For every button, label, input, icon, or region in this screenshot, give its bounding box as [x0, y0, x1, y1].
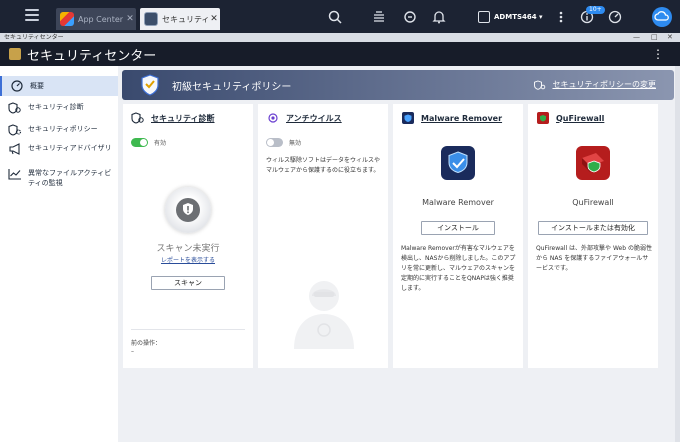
antivirus-description: ウィルス駆除ソフトはデータをウィルスやマルウェアから保護するのに役立ちます。 [266, 157, 381, 174]
security-policy-banner: 初級セキュリティポリシー セキュリティポリシーの変更 [122, 70, 674, 100]
dashboard-gauge-icon[interactable] [608, 10, 622, 24]
app-header: セキュリティセンター ⋮ [0, 42, 680, 66]
sidebar-item-label: セキュリティ診断 [28, 103, 84, 111]
antivirus-icon [266, 112, 280, 124]
card-title-link[interactable]: アンチウイルス [266, 112, 342, 124]
sidebar-item-file-activity-monitor[interactable]: 異常なファイルアクティビティの監視 [0, 168, 118, 188]
sync-icon[interactable] [403, 10, 417, 24]
link-label: セキュリティポリシーの変更 [552, 80, 656, 89]
sidebar-item-label: セキュリティアドバイザリ [28, 144, 112, 152]
security-center-logo-icon [9, 48, 21, 60]
scan-toggle[interactable] [131, 138, 148, 147]
app-menu-icon[interactable]: ⋮ [652, 47, 664, 61]
user-menu[interactable]: ADMTS464 ▾ [478, 9, 543, 25]
app-title: セキュリティセンター [27, 48, 157, 64]
qufirewall-description: QuFirewall は、外部攻撃や Web の脆弱性から NAS を保護するフ… [536, 245, 652, 272]
divider [131, 329, 245, 330]
sidebar-item-security-advisory[interactable]: セキュリティアドバイザリ [0, 143, 118, 155]
change-security-policy-link[interactable]: セキュリティポリシーの変更 [534, 79, 656, 90]
policy-level-title: 初級セキュリティポリシー [172, 81, 292, 93]
qufirewall-icon [576, 146, 610, 180]
sidebar-item-label: 異常なファイルアクティビティの監視 [28, 169, 112, 187]
line-chart-icon [8, 168, 22, 180]
close-window-button[interactable]: ✕ [667, 33, 673, 42]
scrollbar[interactable] [675, 66, 680, 442]
malware-remover-card: Malware Remover Malware Remover インストール M… [393, 104, 523, 368]
window-title-bar: セキュリティセンター — □ ✕ [0, 33, 680, 42]
card-title: アンチウイルス [286, 113, 342, 123]
cloud-icon[interactable] [652, 7, 672, 27]
bell-icon[interactable] [432, 10, 446, 24]
stack-icon[interactable] [372, 10, 386, 24]
close-icon[interactable]: ✕ [208, 14, 220, 24]
shield-gear-icon [8, 124, 22, 136]
minimize-button[interactable]: — [633, 33, 640, 42]
security-scan-card: セキュリティ診断 有効 スキャン未実行 レポートを表示する スキャン 前の操作：… [123, 104, 253, 368]
install-button[interactable]: インストール [421, 221, 495, 235]
more-options-icon[interactable] [554, 10, 568, 24]
antivirus-toggle[interactable] [266, 138, 283, 147]
maximize-button[interactable]: □ [651, 33, 658, 42]
top-taskbar: App Center ✕ セキュリティ... ✕ ADMTS464 ▾ 10+ [0, 0, 680, 33]
toggle-label: 有効 [154, 140, 167, 147]
username: ADMTS464 ▾ [494, 13, 543, 21]
toggle-label: 無効 [289, 140, 302, 147]
card-title-link[interactable]: セキュリティ診断 [131, 112, 215, 124]
card-title: セキュリティ診断 [151, 113, 215, 123]
app-center-icon [60, 12, 74, 26]
qufirewall-card: QuFirewall QuFirewall インストールまたは有効化 QuFir… [528, 104, 658, 368]
sidebar-item-security-scan[interactable]: セキュリティ診断 [0, 102, 118, 114]
notification-badge: 10+ [586, 6, 605, 14]
qufirewall-small-icon [536, 112, 550, 124]
sidebar-item-label: セキュリティポリシー [28, 125, 98, 133]
shield-scan-icon [8, 102, 22, 114]
previous-action-label: 前の操作： [131, 340, 162, 347]
malware-remover-description: Malware Removerが有害なマルウェアを検出し、NASから削除しました… [401, 245, 516, 292]
sidebar-item-security-policy[interactable]: セキュリティポリシー [0, 124, 118, 136]
sidebar-item-overview[interactable]: 概要 [0, 76, 118, 96]
hacker-illustration [290, 274, 358, 349]
avatar [478, 11, 490, 23]
megaphone-icon [8, 143, 22, 155]
previous-action-value: – [131, 348, 134, 355]
antivirus-card: アンチウイルス 無効 ウィルス駆除ソフトはデータをウィルスやマルウェアから保護す… [258, 104, 388, 368]
shield-gear-icon [534, 80, 546, 90]
sidebar-item-label: 概要 [30, 82, 44, 90]
sidebar: 概要 セキュリティ診断 セキュリティポリシー セキュリティアドバイザリ 異常なフ… [0, 66, 118, 442]
main-menu-icon[interactable] [25, 9, 39, 22]
shield-scan-icon [131, 112, 145, 124]
malware-remover-icon [441, 146, 475, 180]
product-name: Malware Remover [422, 198, 494, 207]
tab-security-center[interactable]: セキュリティ... ✕ [140, 8, 220, 30]
malware-remover-small-icon [401, 112, 415, 124]
gauge-icon [10, 80, 24, 92]
scan-status-text: スキャン未実行 [156, 244, 220, 254]
shield-badge-icon [140, 74, 160, 96]
shield-exclamation-icon [176, 198, 200, 222]
close-icon[interactable]: ✕ [124, 14, 136, 24]
card-title: Malware Remover [421, 113, 503, 123]
window-title: セキュリティセンター [4, 34, 64, 41]
card-title-link[interactable]: Malware Remover [401, 112, 502, 124]
scan-button[interactable]: スキャン [151, 276, 225, 290]
scan-status-graphic [165, 187, 211, 233]
view-report-link[interactable]: レポートを表示する [123, 255, 253, 264]
product-name: QuFirewall [572, 198, 614, 207]
search-icon[interactable] [328, 10, 342, 24]
card-title: QuFirewall [556, 113, 605, 123]
tab-app-center[interactable]: App Center ✕ [56, 8, 136, 30]
security-center-icon [144, 12, 158, 26]
card-title-link[interactable]: QuFirewall [536, 112, 604, 124]
tab-label: セキュリティ... [162, 14, 208, 24]
tab-label: App Center [78, 14, 124, 24]
install-or-enable-button[interactable]: インストールまたは有効化 [538, 221, 648, 235]
